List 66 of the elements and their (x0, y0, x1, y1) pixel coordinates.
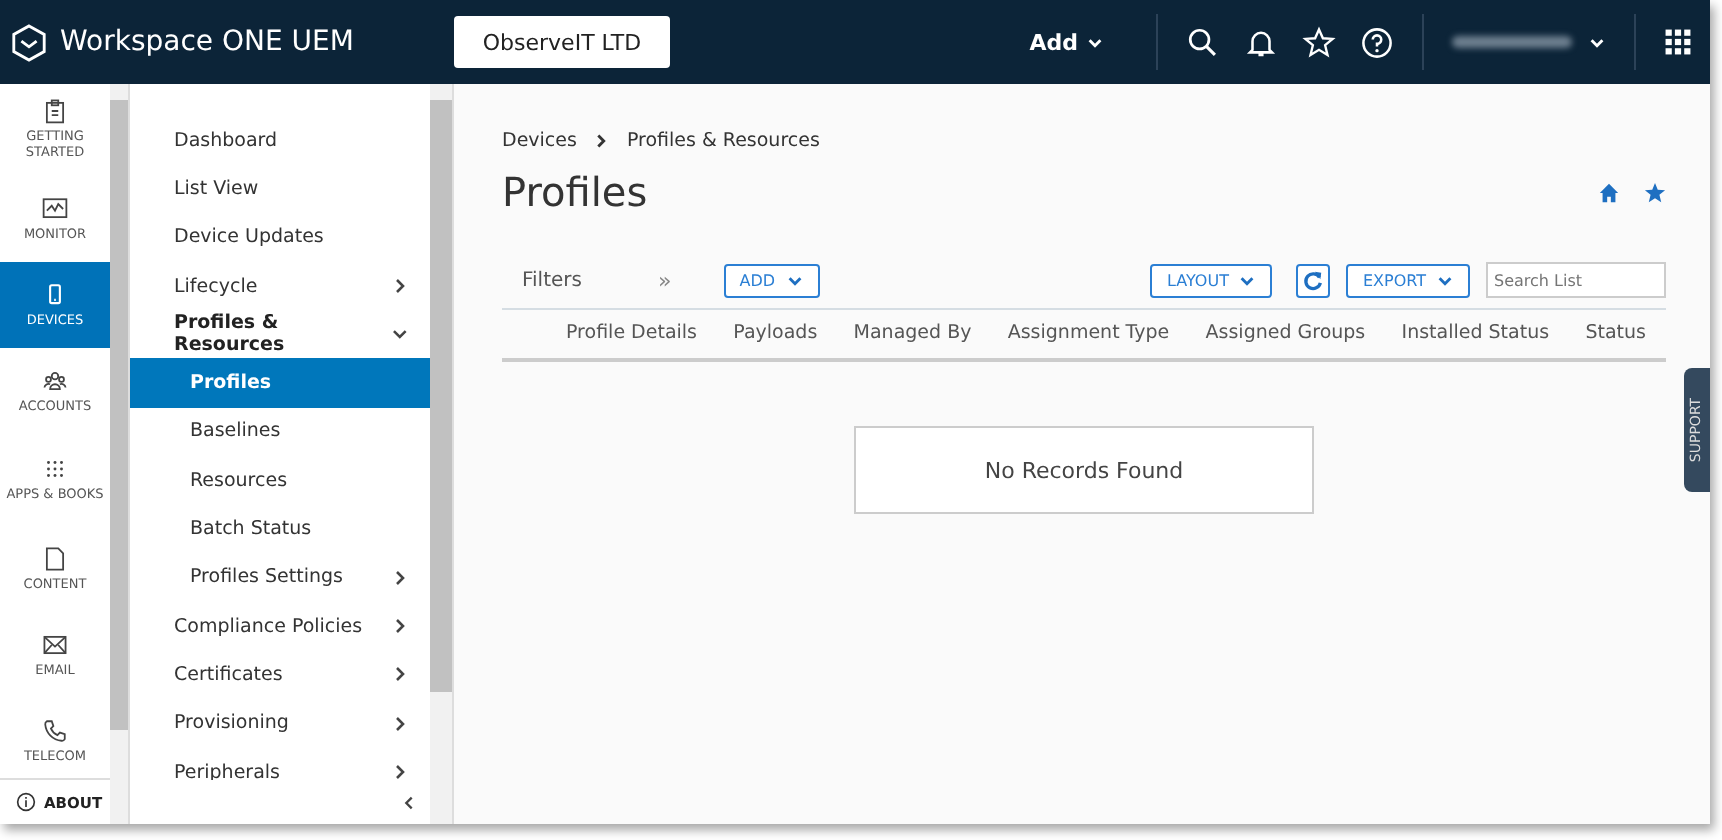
people-icon (42, 367, 68, 394)
menu-item[interactable]: Device Updates (130, 213, 430, 262)
page-title: Profiles (502, 168, 650, 216)
star-icon[interactable] (1644, 181, 1666, 203)
menu-item[interactable]: List View (130, 164, 430, 214)
chevron-right-icon (390, 276, 410, 297)
column-header[interactable]: Assigned Groups (1205, 322, 1366, 344)
filters-label: Filters (522, 269, 584, 291)
menu-item[interactable]: Provisioning (130, 699, 430, 748)
menu-item[interactable]: Profiles Settings (130, 553, 430, 602)
search-field[interactable]: Search List (1486, 262, 1666, 298)
expand-filters-button[interactable]: » (658, 267, 672, 293)
scrollbar[interactable] (430, 84, 452, 824)
refresh-icon (1302, 269, 1325, 291)
menu-item[interactable]: Dashboard (130, 116, 430, 165)
chevron-right-icon (592, 132, 611, 150)
dots-grid-icon (42, 456, 68, 483)
caret-icon (785, 271, 804, 289)
column-header[interactable]: Managed By (853, 322, 972, 344)
empty-state-message: No Records Found (854, 426, 1314, 514)
chevron-right-icon (390, 616, 410, 637)
caret-icon (1588, 33, 1606, 51)
menu-item[interactable]: Profiles & Resources (130, 310, 430, 359)
organization-button[interactable]: ObserveIT LTD (454, 16, 670, 68)
caret-icon (1436, 271, 1454, 289)
chevron-left-icon[interactable] (400, 793, 418, 811)
column-header[interactable]: Payloads (733, 322, 818, 344)
chevron-right-icon (390, 713, 410, 734)
product-name: Workspace ONE UEM (60, 26, 354, 58)
layout-button[interactable]: LAYOUT (1150, 263, 1273, 297)
menu-item[interactable]: Baselines (130, 407, 430, 457)
envelope-icon (42, 631, 68, 658)
column-header[interactable]: Installed Status (1401, 322, 1550, 344)
menu-item[interactable]: Profiles (130, 358, 430, 408)
refresh-button[interactable] (1296, 263, 1331, 297)
menu-item[interactable]: Batch Status (130, 504, 430, 554)
chevron-right-icon (390, 664, 410, 685)
scrollbar[interactable] (110, 84, 128, 824)
caret-icon (1086, 33, 1104, 51)
star-icon[interactable] (1302, 25, 1336, 59)
column-header[interactable]: Status (1585, 322, 1646, 344)
export-button[interactable]: EXPORT (1346, 263, 1470, 297)
document-icon (42, 545, 68, 572)
clipboard-icon (42, 98, 68, 125)
menu-item[interactable]: Compliance Policies (130, 601, 430, 651)
chevron-right-icon (390, 567, 410, 588)
menu-item[interactable]: Resources (130, 456, 430, 505)
info-icon (16, 792, 36, 812)
hexagon-logo-icon (10, 23, 48, 61)
breadcrumb-link[interactable]: Devices (502, 130, 577, 152)
chart-icon (42, 195, 68, 222)
menu-item[interactable]: Lifecycle (130, 261, 430, 311)
search-icon[interactable] (1186, 25, 1220, 59)
add-button[interactable]: ADD (723, 263, 820, 297)
help-icon[interactable] (1360, 25, 1394, 59)
menu-item[interactable]: Certificates (130, 650, 430, 700)
chevron-right-icon (390, 762, 410, 780)
column-header[interactable]: Assignment Type (1007, 322, 1170, 344)
breadcrumb-link[interactable]: Profiles & Resources (626, 130, 820, 152)
column-header[interactable]: Profile Details (566, 322, 697, 344)
home-icon[interactable] (1598, 181, 1620, 203)
app-grid-icon[interactable] (1664, 28, 1692, 56)
caret-icon (1238, 271, 1257, 289)
handset-icon (42, 717, 68, 744)
add-menu-button[interactable]: Add (1017, 27, 1116, 57)
blurred-username (1452, 36, 1572, 48)
